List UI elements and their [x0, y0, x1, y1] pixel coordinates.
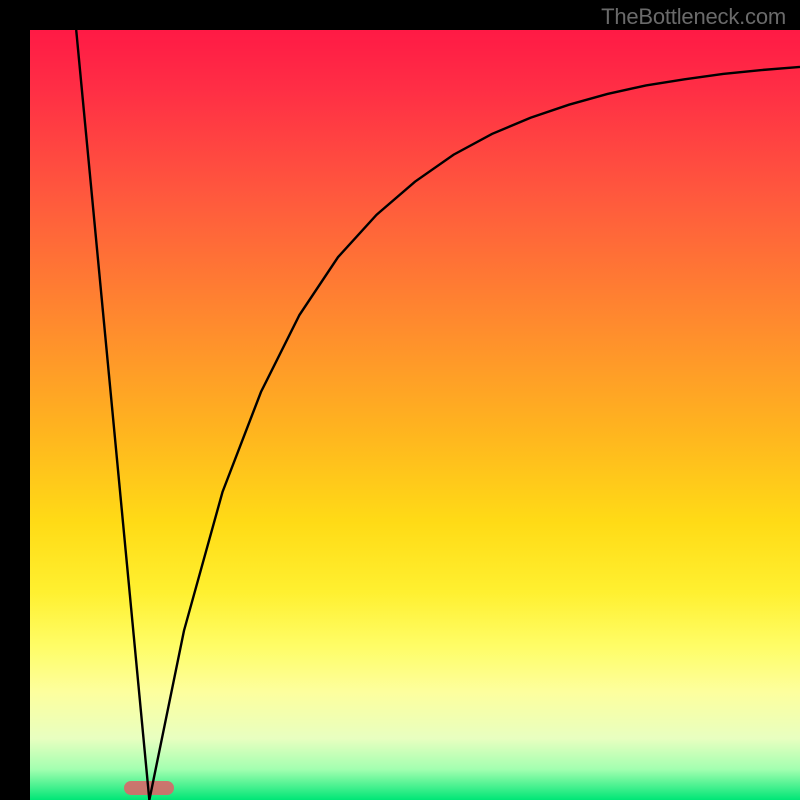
left-line — [76, 30, 149, 800]
watermark-text: TheBottleneck.com — [601, 4, 786, 30]
curve-layer — [30, 30, 800, 800]
chart-frame — [15, 15, 785, 785]
right-curve — [149, 67, 800, 800]
plot-area — [30, 30, 800, 800]
